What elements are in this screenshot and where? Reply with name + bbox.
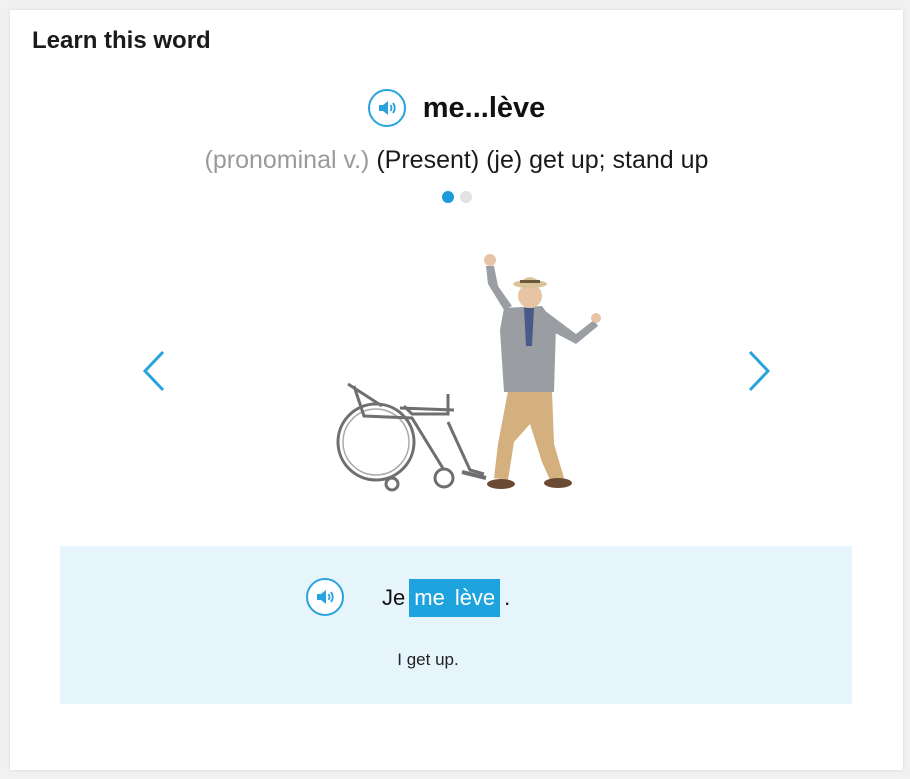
carousel-dot-1[interactable] <box>441 191 454 203</box>
highlight-word: lève <box>454 585 496 610</box>
word-meaning: (Present) (je) get up; stand up <box>376 146 709 174</box>
sentence-translation: I get up. <box>397 650 459 669</box>
sentence-word: Je <box>382 585 406 610</box>
chevron-left-icon <box>142 350 165 392</box>
word-illustration <box>336 254 601 492</box>
man-image <box>484 254 601 489</box>
word-audio-button[interactable] <box>367 89 406 127</box>
vocab-word: me...lève <box>422 91 546 124</box>
sentence-punctuation: . <box>504 585 511 610</box>
card-title: Learn this word <box>32 27 211 54</box>
carousel-dot-2[interactable] <box>459 191 472 203</box>
word-definition: (pronominal v.) (Present) (je) get up; s… <box>10 146 903 175</box>
learn-word-card: Learn this word me...lève (pronominal v.… <box>10 10 903 770</box>
carousel-prev-button[interactable] <box>135 348 175 394</box>
part-of-speech: (pronominal v.) <box>204 146 370 174</box>
example-sentence: Je me lève . <box>382 578 510 618</box>
highlight-word: me <box>414 585 445 610</box>
highlighted-target-word: me lève <box>409 579 501 617</box>
word-header: me...lève <box>10 86 903 130</box>
carousel-indicator <box>10 191 903 203</box>
wheelchair-image <box>336 382 487 492</box>
sentence-audio-button[interactable] <box>306 578 344 616</box>
chevron-right-icon <box>748 350 771 392</box>
speaker-icon <box>317 590 334 604</box>
example-sentence-panel: Je me lève . I get up. <box>60 546 852 704</box>
carousel-next-button[interactable] <box>738 348 778 394</box>
speaker-icon <box>378 101 396 115</box>
